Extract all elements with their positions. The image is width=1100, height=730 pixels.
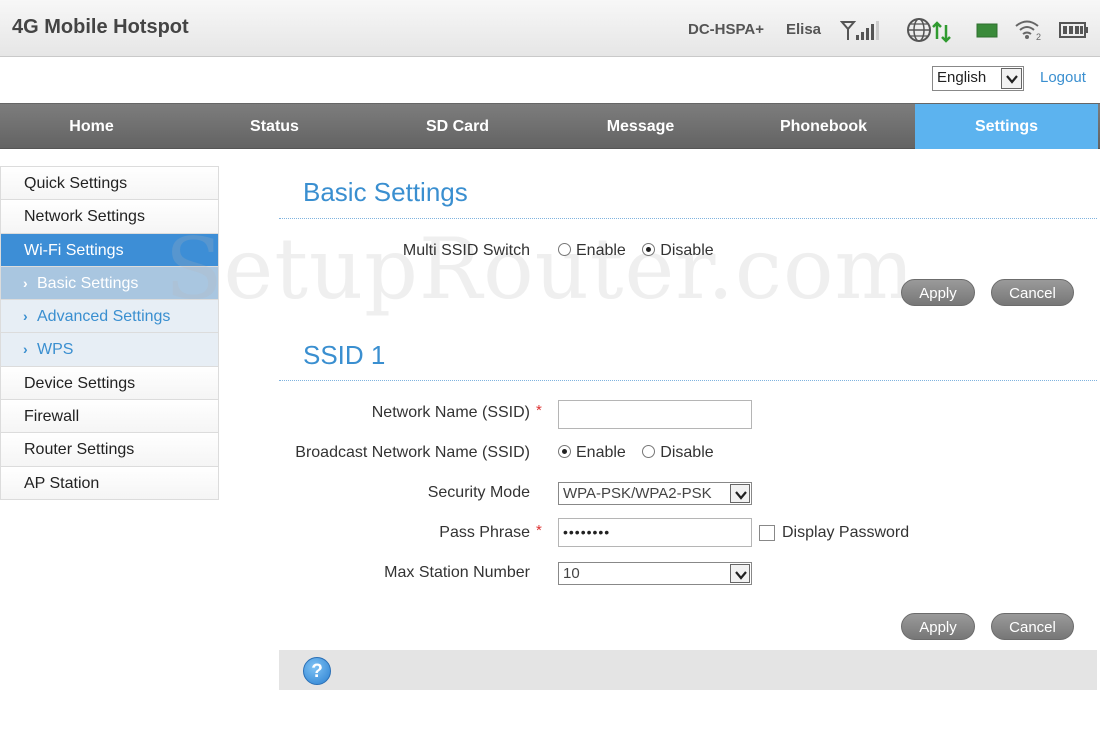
data-transfer-icon bbox=[932, 21, 951, 43]
chevron-down-icon bbox=[730, 484, 750, 503]
tab-message[interactable]: Message bbox=[549, 104, 732, 149]
basic-apply-button[interactable]: Apply bbox=[901, 279, 975, 306]
radio-unchecked[interactable] bbox=[558, 243, 571, 256]
sidebar-subitem-advanced-settings[interactable]: › Advanced Settings bbox=[1, 300, 218, 334]
section-divider bbox=[279, 218, 1097, 219]
section-divider bbox=[279, 380, 1097, 381]
help-icon[interactable]: ? bbox=[303, 657, 331, 685]
app-title: 4G Mobile Hotspot bbox=[12, 16, 189, 38]
signal-strength-icon bbox=[840, 21, 879, 40]
radio-label: Enable bbox=[576, 444, 626, 461]
sidebar-subitem-label: WPS bbox=[37, 341, 74, 359]
ssid-cancel-button[interactable]: Cancel bbox=[991, 613, 1074, 640]
sidebar-subitem-wps[interactable]: › WPS bbox=[1, 333, 218, 367]
radio-label: Enable bbox=[576, 242, 626, 259]
basic-cancel-button[interactable]: Cancel bbox=[991, 279, 1074, 306]
multi-ssid-enable-option[interactable]: Enable bbox=[558, 242, 626, 259]
chevron-right-icon: › bbox=[23, 274, 28, 291]
radio-unchecked[interactable] bbox=[642, 445, 656, 458]
chevron-right-icon: › bbox=[23, 308, 28, 325]
wifi-clients-count: 2 bbox=[1036, 32, 1041, 42]
multi-ssid-disable-option[interactable]: Disable bbox=[642, 242, 714, 259]
multi-ssid-label: Multi SSID Switch bbox=[402, 242, 530, 259]
chevron-right-icon: › bbox=[23, 341, 28, 358]
language-selected-value: English bbox=[937, 69, 987, 86]
radio-checked[interactable] bbox=[558, 445, 571, 458]
broadcast-radio-group: Enable Disable bbox=[558, 444, 726, 462]
field-label-text: Network Name (SSID) bbox=[371, 404, 530, 421]
help-bar: ? bbox=[279, 650, 1097, 690]
main-nav: Home Status SD Card Message Phonebook Se… bbox=[0, 103, 1100, 149]
security-mode-label: Security Mode bbox=[427, 484, 530, 501]
broadcast-disable-option[interactable]: Disable bbox=[642, 444, 714, 461]
security-mode-select[interactable]: WPA-PSK/WPA2-PSK bbox=[558, 482, 752, 505]
pass-phrase-label: Pass Phrase bbox=[439, 524, 530, 541]
max-station-label: Max Station Number bbox=[384, 564, 530, 581]
radio-checked[interactable] bbox=[642, 243, 656, 256]
top-status-bar: 4G Mobile Hotspot DC-HSPA+ Elisa 2 bbox=[0, 0, 1100, 57]
section-title-basic-settings: Basic Settings bbox=[303, 177, 468, 207]
sidebar-item-wifi-settings[interactable]: Wi-Fi Settings bbox=[1, 233, 218, 267]
sidebar-item-firewall[interactable]: Firewall bbox=[1, 400, 218, 434]
sidebar-subitem-label: Advanced Settings bbox=[37, 308, 171, 326]
wifi-icon: 2 bbox=[1015, 20, 1041, 42]
section-title-ssid1: SSID 1 bbox=[303, 340, 386, 370]
tab-sd-card[interactable]: SD Card bbox=[366, 104, 549, 149]
roaming-globe-icon bbox=[907, 18, 931, 42]
required-mark: * bbox=[536, 402, 542, 419]
battery-icon bbox=[1059, 22, 1088, 38]
max-station-value: 10 bbox=[563, 565, 580, 582]
sidebar: Quick Settings Network Settings Wi-Fi Se… bbox=[0, 166, 219, 500]
network-name-label: Network Name (SSID) bbox=[290, 404, 530, 422]
sidebar-item-network-settings[interactable]: Network Settings bbox=[1, 200, 218, 234]
watermark: SetupRouter.com bbox=[165, 220, 916, 318]
language-select[interactable]: English bbox=[932, 66, 1024, 91]
chevron-down-icon bbox=[730, 564, 750, 583]
required-mark: * bbox=[536, 522, 542, 539]
radio-label: Disable bbox=[660, 444, 714, 461]
multi-ssid-radio-group: Enable Disable bbox=[558, 242, 726, 260]
tab-home[interactable]: Home bbox=[0, 104, 183, 149]
sidebar-item-router-settings[interactable]: Router Settings bbox=[1, 433, 218, 467]
chevron-down-icon bbox=[1001, 68, 1022, 89]
sidebar-item-quick-settings[interactable]: Quick Settings bbox=[1, 167, 218, 201]
carrier-name: Elisa bbox=[786, 21, 822, 38]
sidebar-item-ap-station[interactable]: AP Station bbox=[1, 466, 218, 500]
tab-phonebook[interactable]: Phonebook bbox=[732, 104, 915, 149]
display-password-checkbox[interactable] bbox=[759, 525, 775, 541]
broadcast-enable-option[interactable]: Enable bbox=[558, 444, 626, 461]
sim-card-icon bbox=[976, 23, 998, 38]
network-type: DC-HSPA+ bbox=[688, 21, 764, 38]
sidebar-subitem-basic-settings[interactable]: › Basic Settings bbox=[1, 266, 218, 301]
sidebar-subitem-label: Basic Settings bbox=[37, 274, 139, 292]
broadcast-ssid-label: Broadcast Network Name (SSID) bbox=[295, 444, 530, 461]
logout-link[interactable]: Logout bbox=[1040, 69, 1086, 86]
max-station-select[interactable]: 10 bbox=[558, 562, 752, 585]
display-password-label: Display Password bbox=[782, 524, 910, 541]
ssid-apply-button[interactable]: Apply bbox=[901, 613, 975, 640]
network-name-input[interactable] bbox=[558, 400, 752, 429]
radio-label: Disable bbox=[660, 242, 714, 259]
sidebar-item-device-settings[interactable]: Device Settings bbox=[1, 366, 218, 401]
tab-settings[interactable]: Settings bbox=[915, 104, 1098, 149]
pass-phrase-input[interactable]: •••••••• bbox=[558, 518, 752, 547]
tab-status[interactable]: Status bbox=[183, 104, 366, 149]
security-mode-value: WPA-PSK/WPA2-PSK bbox=[563, 485, 712, 502]
